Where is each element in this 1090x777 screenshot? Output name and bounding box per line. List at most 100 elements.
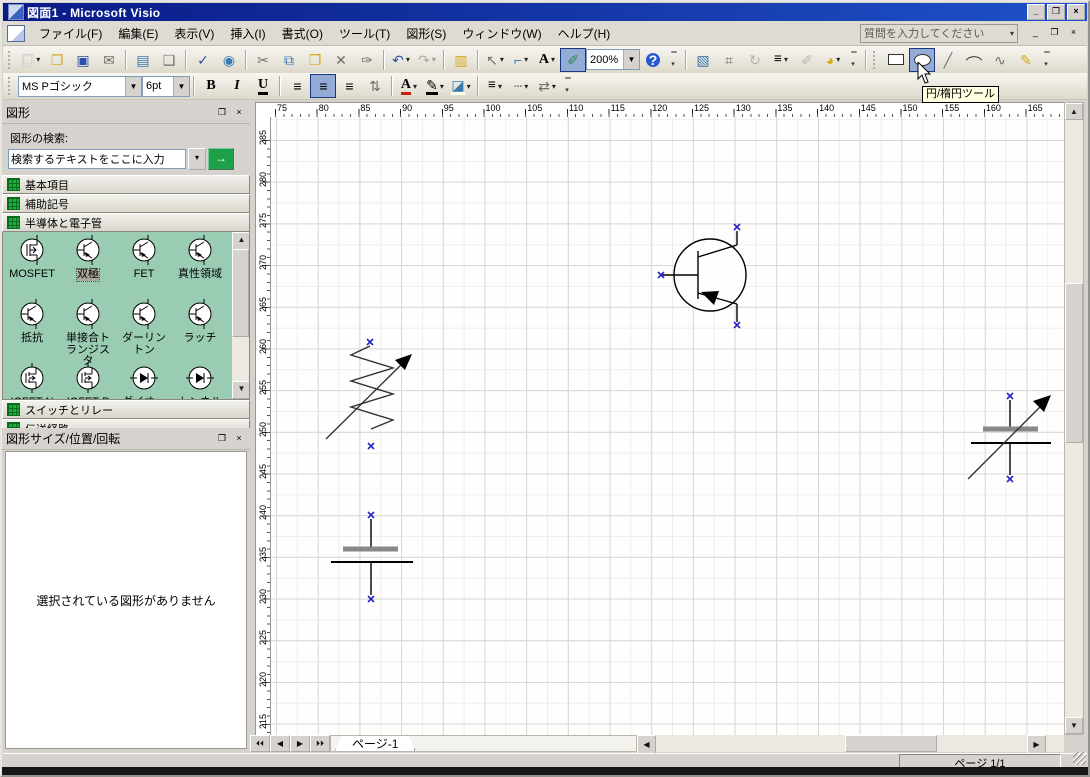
doc-minimize-button[interactable]: _ [1028,27,1043,40]
line-pattern-button[interactable]: ┄▾ [508,74,534,98]
menu-item-ファイルF[interactable]: ファイル(F) [31,22,110,45]
variable-capacitor-shape[interactable] [968,395,1051,479]
menu-item-表示V[interactable]: 表示(V) [166,22,222,45]
rectangle-tool-button[interactable] [883,48,909,72]
pnp-transistor-shape[interactable] [662,231,746,322]
stencil-shape-ラッチ[interactable]: ラッチ [173,298,227,360]
font-size-combo[interactable]: 6pt▼ [142,76,190,97]
doc-restore-button[interactable]: ❐ [1047,27,1062,40]
menu-item-編集E[interactable]: 編集(E) [110,22,166,45]
stencil-shape-FET[interactable]: FET [117,234,171,296]
first-page-button[interactable]: ⏴⏴ [250,735,270,752]
line-weight-button[interactable]: ≡▾ [768,48,794,72]
stencil-shape-ダイオード[interactable]: ダイオード [117,362,171,400]
italic-button[interactable]: I [224,74,250,98]
open-button[interactable]: ❐ [44,48,70,72]
font-color-button[interactable]: A▾ [396,74,422,98]
variable-resistor-shape[interactable] [326,346,412,439]
last-page-button[interactable]: ⏵⏵ [310,735,330,752]
stencil-shape-トンネル[interactable]: トンネル [173,362,227,400]
pointer-tool-button[interactable]: ↖▾ [482,48,508,72]
line-weight-format-button[interactable]: ≡▾ [482,74,508,98]
email-button[interactable]: ✉ [96,48,122,72]
chevron-down-icon[interactable]: ▼ [623,50,639,69]
crop-button[interactable]: ⌗ [716,48,742,72]
paste-button[interactable]: ❒ [302,48,328,72]
toolbar-grip[interactable] [873,51,880,69]
line-color-button[interactable]: ✎▾ [422,74,448,98]
arc-tool-button[interactable] [961,48,987,72]
underline-button[interactable]: U [250,74,276,98]
pencil-tool-button[interactable]: ✎ [1013,48,1039,72]
print-button[interactable]: ▤ [130,48,156,72]
search-go-button[interactable]: → [208,148,234,170]
menu-item-ツールT[interactable]: ツール(T) [331,22,398,45]
drawing-tool-button[interactable]: ✐ [560,48,586,72]
search-dropdown-button[interactable]: ▾ [188,148,206,170]
panel-close-button[interactable]: × [232,432,246,445]
delete-button[interactable]: ✕ [328,48,354,72]
doc-close-button[interactable]: × [1066,27,1081,40]
scroll-down-icon[interactable]: ▼ [1065,717,1083,734]
horizontal-scroll-thumb[interactable] [845,735,937,752]
toolbar-options-format[interactable]: ▔▾ [562,76,574,96]
horizontal-scroll-track[interactable]: ◀ ▶ [637,735,1064,752]
title-bar[interactable]: 図面1 - Microsoft Visio _ ❐ × [3,3,1087,21]
close-button[interactable]: × [1067,4,1085,20]
document-icon[interactable] [7,25,25,42]
stencil-shape-単接合トランジスタ[interactable]: 単接合トランジスタ [61,298,115,360]
align-center-button[interactable]: ≡ [310,74,336,98]
help-button[interactable]: ? [640,48,666,72]
stencil-shape-真性領域[interactable]: 真性領域 [173,234,227,296]
copy-button[interactable]: ⧉ [276,48,302,72]
redo-button[interactable]: ↷▾ [414,48,440,72]
capacitor-shape[interactable] [331,519,413,595]
vertical-align-button[interactable]: ⇅ [362,74,388,98]
menu-item-挿入I[interactable]: 挿入(I) [222,22,273,45]
line-tool-button[interactable]: ╱ [935,48,961,72]
spelling-button[interactable]: ✓ [190,48,216,72]
rotate-button[interactable]: ↻ [742,48,768,72]
connector-tool-button[interactable]: ⌐▾ [508,48,534,72]
align-left-button[interactable]: ≡ [284,74,310,98]
resize-grip[interactable] [1073,752,1086,765]
question-input[interactable]: 質問を入力してください ▾ [860,24,1018,43]
scroll-right-icon[interactable]: ▶ [1027,735,1046,754]
drawing-canvas[interactable] [270,117,1065,735]
stencil-shape-ダーリントン[interactable]: ダーリントン [117,298,171,360]
format-painter-button[interactable]: ✑ [354,48,380,72]
prev-page-button[interactable]: ◀ [270,735,290,752]
toolbar-grip[interactable] [8,51,15,69]
shapes-window-button[interactable]: ▥ [448,48,474,72]
line-ends-button[interactable]: ⇄▾ [534,74,560,98]
menu-item-書式O[interactable]: 書式(O) [274,22,331,45]
stencil-section-スイッチとリレー[interactable]: スイッチとリレー [2,400,250,419]
cut-button[interactable]: ✂ [250,48,276,72]
vertical-scroll-thumb[interactable] [1065,283,1083,443]
font-combo[interactable]: MS Pゴシック▼ [18,76,142,97]
next-page-button[interactable]: ▶ [290,735,310,752]
menu-item-ウィンドウW[interactable]: ウィンドウ(W) [454,22,549,45]
zoom-combo[interactable]: 200%▼ [586,49,640,70]
scroll-up-icon[interactable]: ▲ [232,232,250,250]
shape-style-button[interactable]: ◕▾ [820,48,846,72]
size-panel-titlebar[interactable]: 図形サイズ/位置/回転 ❐ × [2,428,250,450]
shapes-panel-titlebar[interactable]: 図形 ❐ × [2,102,250,124]
stencil-scroll-thumb[interactable] [232,249,249,337]
align-right-button[interactable]: ≡ [336,74,362,98]
chevron-down-icon[interactable]: ▼ [125,77,141,96]
menu-item-図形S[interactable]: 図形(S) [398,22,454,45]
bold-button[interactable]: B [198,74,224,98]
minimize-button[interactable]: _ [1027,4,1045,20]
scroll-down-icon[interactable]: ▼ [232,381,250,399]
stencil-shape-IGFET P[interactable]: IGFET P [61,362,115,400]
toolbar-options-drawing[interactable]: ▔▾ [1041,50,1053,70]
undo-button[interactable]: ↶▾ [388,48,414,72]
save-button[interactable]: ▣ [70,48,96,72]
scroll-up-icon[interactable]: ▲ [1065,103,1083,120]
freeform-tool-button[interactable]: ∿ [987,48,1013,72]
stencil-scrollbar[interactable]: ▲ ▼ [232,232,249,399]
brush-button[interactable]: ✐ [794,48,820,72]
print-preview-button[interactable]: ❑ [156,48,182,72]
panel-float-button[interactable]: ❐ [215,106,229,119]
